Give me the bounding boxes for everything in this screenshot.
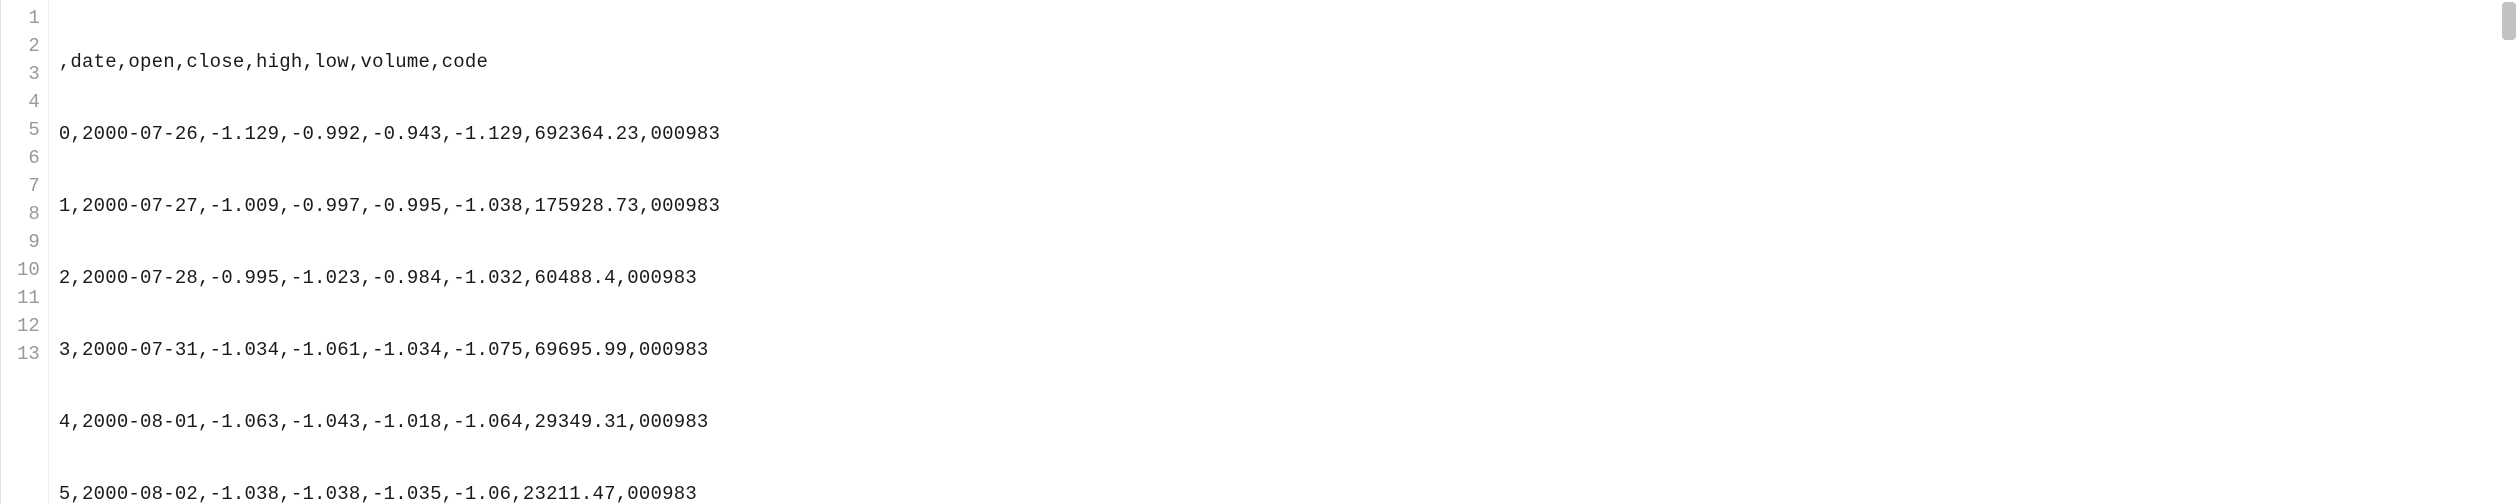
line-number: 10 xyxy=(17,256,40,284)
line-number-gutter: 1 2 3 4 5 6 7 8 9 10 11 12 13 xyxy=(1,0,49,504)
code-line[interactable]: 3,2000-07-31,-1.034,-1.061,-1.034,-1.075… xyxy=(59,336,2518,364)
line-number: 6 xyxy=(17,144,40,172)
line-number: 11 xyxy=(17,284,40,312)
code-line[interactable]: 4,2000-08-01,-1.063,-1.043,-1.018,-1.064… xyxy=(59,408,2518,436)
line-number: 12 xyxy=(17,312,40,340)
line-number: 8 xyxy=(17,200,40,228)
line-number: 1 xyxy=(17,4,40,32)
vertical-scrollbar-track[interactable] xyxy=(2500,0,2518,504)
line-number: 2 xyxy=(17,32,40,60)
line-number: 13 xyxy=(17,340,40,368)
line-number: 9 xyxy=(17,228,40,256)
code-line[interactable]: ,date,open,close,high,low,volume,code xyxy=(59,48,2518,76)
text-editor[interactable]: 1 2 3 4 5 6 7 8 9 10 11 12 13 ,date,open… xyxy=(0,0,2518,504)
line-number: 3 xyxy=(17,60,40,88)
line-number: 5 xyxy=(17,116,40,144)
code-line[interactable]: 0,2000-07-26,-1.129,-0.992,-0.943,-1.129… xyxy=(59,120,2518,148)
code-content[interactable]: ,date,open,close,high,low,volume,code 0,… xyxy=(49,0,2518,504)
line-number: 4 xyxy=(17,88,40,116)
line-number: 7 xyxy=(17,172,40,200)
code-line[interactable]: 2,2000-07-28,-0.995,-1.023,-0.984,-1.032… xyxy=(59,264,2518,292)
code-line[interactable]: 1,2000-07-27,-1.009,-0.997,-0.995,-1.038… xyxy=(59,192,2518,220)
vertical-scrollbar-thumb[interactable] xyxy=(2502,2,2516,40)
code-line[interactable]: 5,2000-08-02,-1.038,-1.038,-1.035,-1.06,… xyxy=(59,480,2518,504)
